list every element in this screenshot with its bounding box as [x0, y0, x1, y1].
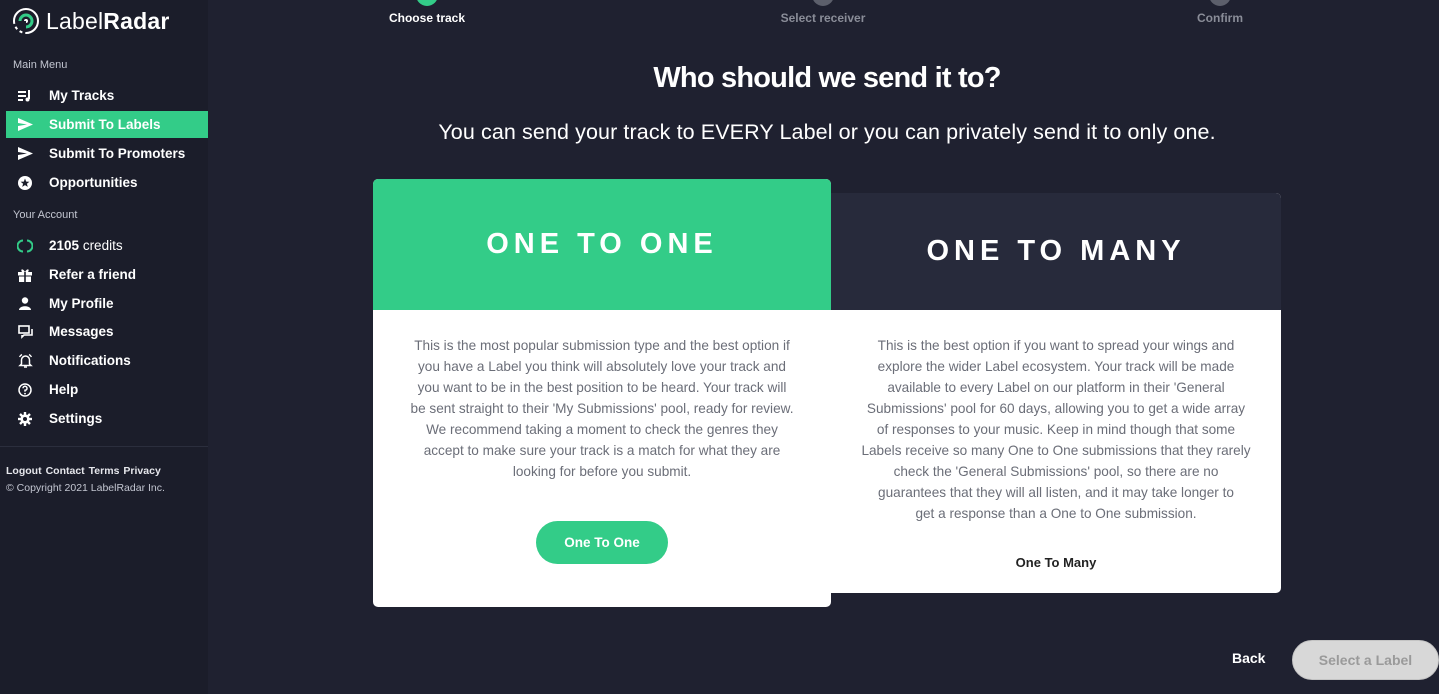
help-circle-icon — [16, 381, 34, 399]
send-icon — [16, 116, 34, 134]
sidebar-item-help[interactable]: Help — [6, 376, 208, 403]
page-title: Who should we send it to? — [653, 62, 1001, 94]
sidebar-item-credits[interactable]: 2105 credits — [6, 232, 208, 259]
sidebar-item-settings[interactable]: Settings — [6, 405, 208, 432]
privacy-link[interactable]: Privacy — [123, 465, 160, 477]
back-button[interactable]: Back — [1232, 650, 1265, 666]
sidebar-item-label: Settings — [49, 411, 103, 426]
one-to-one-title: ONE TO ONE — [486, 228, 718, 260]
contact-link[interactable]: Contact — [46, 465, 85, 477]
one-to-many-button[interactable]: One To Many — [831, 555, 1281, 570]
terms-link[interactable]: Terms — [89, 465, 120, 477]
your-account-label: Your Account — [13, 209, 78, 221]
one-to-many-title: ONE TO MANY — [926, 235, 1186, 267]
credits-unit: credits — [82, 238, 123, 253]
sidebar-item-messages[interactable]: Messages — [6, 318, 208, 345]
one-to-one-card-header: ONE TO ONE — [373, 179, 831, 310]
one-to-many-description: This is the best option if you want to s… — [861, 338, 1251, 521]
gift-icon — [16, 266, 34, 284]
chat-icon — [16, 323, 34, 341]
sidebar-item-submit-to-promoters[interactable]: Submit To Promoters — [6, 140, 208, 167]
sidebar-item-refer-a-friend[interactable]: Refer a friend — [6, 261, 208, 288]
playlist-icon — [16, 87, 34, 105]
footer-links: Logout Contact Terms Privacy — [6, 465, 165, 477]
sidebar-item-label: My Profile — [49, 296, 114, 311]
main-menu-label: Main Menu — [13, 59, 68, 71]
sidebar-item-my-profile[interactable]: My Profile — [6, 290, 208, 317]
page-subtitle: You can send your track to EVERY Label o… — [438, 120, 1216, 144]
sidebar-item-label: Submit To Promoters — [49, 146, 186, 161]
sidebar-item-label: Refer a friend — [49, 267, 137, 282]
radar-logo-icon — [12, 7, 40, 35]
sidebar-item-my-tracks[interactable]: My Tracks — [6, 82, 208, 109]
sidebar-item-label: Help — [49, 382, 79, 397]
sidebar-item-label: Submit To Labels — [49, 117, 161, 132]
user-icon — [16, 295, 34, 313]
step-dot-pending — [812, 0, 834, 6]
sidebar-item-label: Opportunities — [49, 175, 138, 190]
sidebar-divider — [0, 446, 208, 447]
sidebar-item-label: My Tracks — [49, 88, 115, 103]
one-to-one-card[interactable]: ONE TO ONE This is the most popular subm… — [373, 179, 831, 607]
credits-icon — [16, 237, 34, 255]
sidebar-item-label: Notifications — [49, 353, 131, 368]
sidebar-item-notifications[interactable]: Notifications — [6, 347, 208, 374]
sidebar: LabelRadar Main Menu My Tracks Submit To… — [0, 0, 208, 694]
credits-value: 2105 — [49, 238, 80, 253]
one-to-one-description: This is the most popular submission type… — [410, 338, 794, 479]
logo[interactable]: LabelRadar — [12, 6, 169, 36]
copyright: © Copyright 2021 LabelRadar Inc. — [6, 482, 165, 494]
step-dot-pending — [1209, 0, 1231, 6]
send-icon — [16, 145, 34, 163]
star-circle-icon — [16, 174, 34, 192]
one-to-many-card[interactable]: ONE TO MANY This is the best option if y… — [831, 193, 1281, 593]
sidebar-item-submit-to-labels[interactable]: Submit To Labels — [6, 111, 208, 138]
step-confirm: Confirm — [1197, 11, 1243, 25]
sidebar-item-label: Messages — [49, 324, 114, 339]
bell-icon — [16, 352, 34, 370]
sidebar-item-opportunities[interactable]: Opportunities — [6, 169, 208, 196]
one-to-one-button[interactable]: One To One — [536, 521, 668, 564]
one-to-many-card-header: ONE TO MANY — [831, 193, 1281, 310]
logout-link[interactable]: Logout — [6, 465, 42, 477]
logo-text: LabelRadar — [46, 7, 170, 34]
step-select-receiver: Select receiver — [780, 11, 866, 25]
select-a-label-button[interactable]: Select a Label — [1292, 640, 1439, 680]
step-dot-complete — [416, 0, 438, 6]
gear-icon — [16, 410, 34, 428]
step-choose-track: Choose track — [388, 11, 466, 25]
